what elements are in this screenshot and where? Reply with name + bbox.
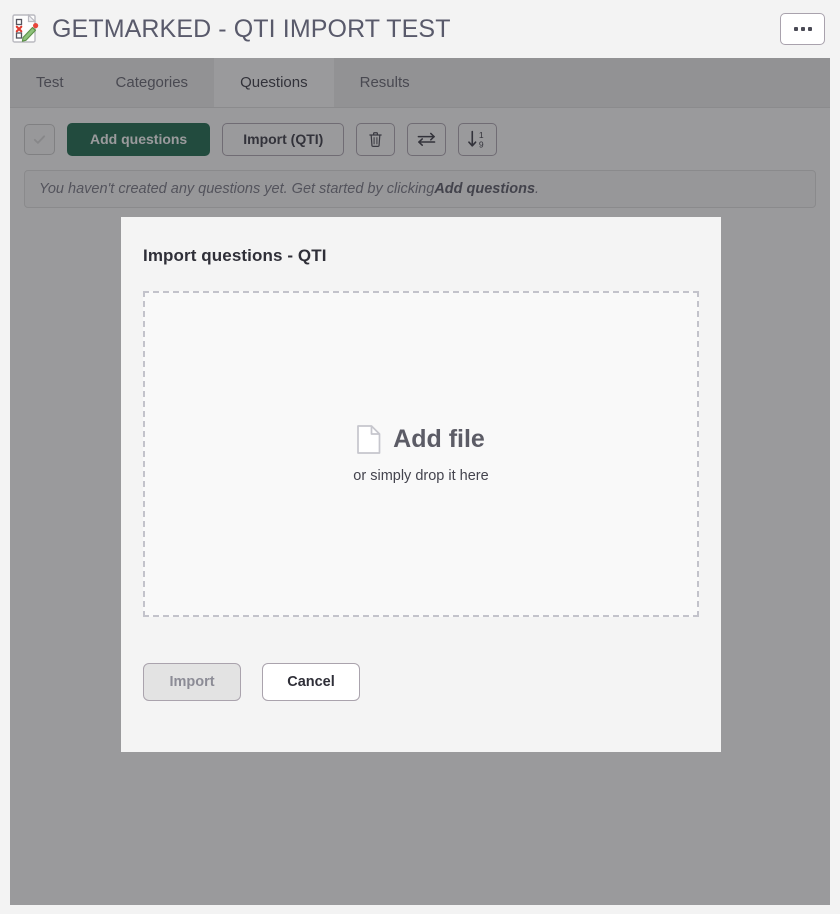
cancel-button[interactable]: Cancel <box>262 663 360 701</box>
quiz-document-pencil-icon <box>12 14 40 44</box>
modal-title: Import questions - QTI <box>143 246 327 265</box>
page-title: GETMARKED - QTI IMPORT TEST <box>52 14 451 43</box>
more-dot-3 <box>807 27 812 31</box>
page-header: GETMARKED - QTI IMPORT TEST <box>0 0 840 58</box>
app-root: GETMARKED - QTI IMPORT TEST Test Categor… <box>0 0 840 914</box>
file-dropzone[interactable]: Add file or simply drop it here <box>143 291 699 617</box>
dropzone-label: Add file <box>393 424 485 453</box>
more-dot-1 <box>793 27 798 31</box>
import-questions-modal: Import questions - QTI Add file or simpl… <box>121 217 721 752</box>
page-title-group: GETMARKED - QTI IMPORT TEST <box>12 14 780 44</box>
more-dot-2 <box>800 27 805 31</box>
import-button[interactable]: Import <box>143 663 241 701</box>
modal-actions: Import Cancel <box>143 663 699 701</box>
dropzone-main: Add file <box>357 424 485 454</box>
more-options-button[interactable] <box>780 13 825 45</box>
file-document-icon <box>357 424 381 454</box>
dropzone-sub-label: or simply drop it here <box>353 467 489 484</box>
